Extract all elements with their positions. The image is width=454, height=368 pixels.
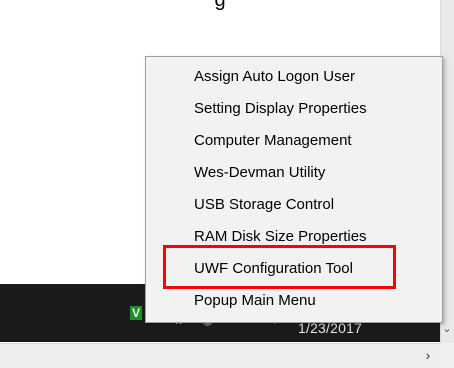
scroll-right-arrow-icon[interactable]: ›: [416, 343, 440, 367]
menu-item-usb-storage-control[interactable]: USB Storage Control: [146, 189, 442, 221]
horizontal-scrollbar[interactable]: [0, 343, 454, 368]
menu-item-ram-disk-size-properties[interactable]: RAM Disk Size Properties: [146, 221, 442, 253]
menu-item-uwf-configuration-tool[interactable]: UWF Configuration Tool: [146, 253, 442, 285]
menu-item-assign-auto-logon-user[interactable]: Assign Auto Logon User: [146, 61, 442, 93]
menu-item-popup-main-menu[interactable]: Popup Main Menu: [146, 285, 442, 317]
menu-item-computer-management[interactable]: Computer Management: [146, 125, 442, 157]
menu-item-setting-display-properties[interactable]: Setting Display Properties: [146, 93, 442, 125]
app-icon[interactable]: V: [130, 306, 142, 320]
context-menu: Assign Auto Logon User Setting Display P…: [145, 56, 443, 323]
scrollbar-corner: [440, 343, 454, 367]
menu-item-wes-devman-utility[interactable]: Wes-Devman Utility: [146, 157, 442, 189]
cropped-heading-text: g: [214, 0, 226, 11]
